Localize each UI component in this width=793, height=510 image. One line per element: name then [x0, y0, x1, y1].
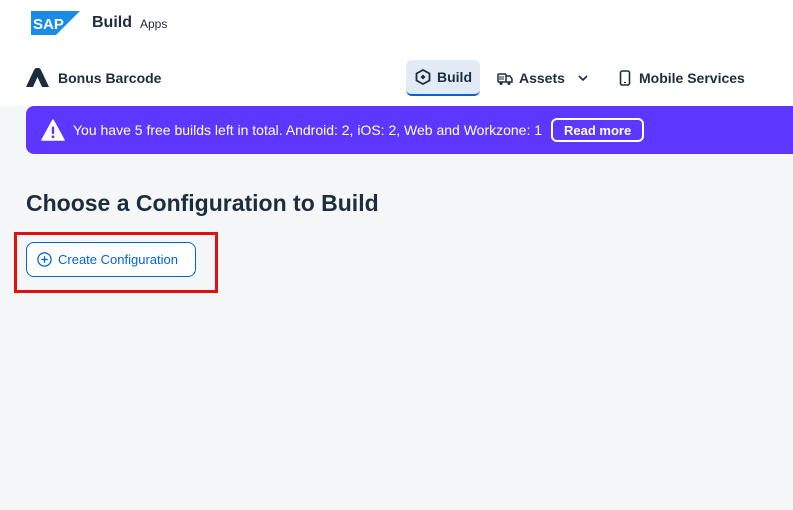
create-configuration-label: Create Configuration	[58, 252, 178, 267]
product-name: Build	[92, 14, 132, 31]
assets-icon	[497, 73, 513, 85]
app-logo-icon	[26, 68, 49, 87]
app-name: Bonus Barcode	[58, 70, 162, 86]
page-title: Choose a Configuration to Build	[26, 190, 379, 216]
create-configuration-button[interactable]: Create Configuration	[26, 242, 196, 277]
warning-icon	[41, 119, 65, 141]
app-header: Bonus Barcode Build Assets Mobile Servic…	[0, 48, 793, 106]
shell-header: SAP Build Apps	[0, 0, 793, 48]
chevron-down-icon[interactable]	[577, 72, 589, 84]
sap-logo-text: SAP	[33, 16, 64, 33]
mobile-icon	[619, 70, 631, 86]
tab-build-label: Build	[437, 69, 472, 85]
add-circle-icon	[37, 252, 52, 267]
tab-assets[interactable]: Assets	[497, 60, 595, 96]
tab-build[interactable]: Build	[406, 60, 480, 96]
free-builds-banner: You have 5 free builds left in total. An…	[26, 106, 793, 154]
banner-message: You have 5 free builds left in total. An…	[73, 122, 543, 138]
sap-logo[interactable]: SAP	[31, 11, 80, 35]
product-subname: Apps	[140, 17, 168, 31]
tab-mobile-services-label: Mobile Services	[639, 70, 745, 86]
read-more-button[interactable]: Read more	[551, 118, 645, 142]
tab-mobile-services[interactable]: Mobile Services	[617, 60, 757, 96]
tab-assets-label: Assets	[519, 70, 565, 86]
build-icon	[415, 69, 431, 85]
